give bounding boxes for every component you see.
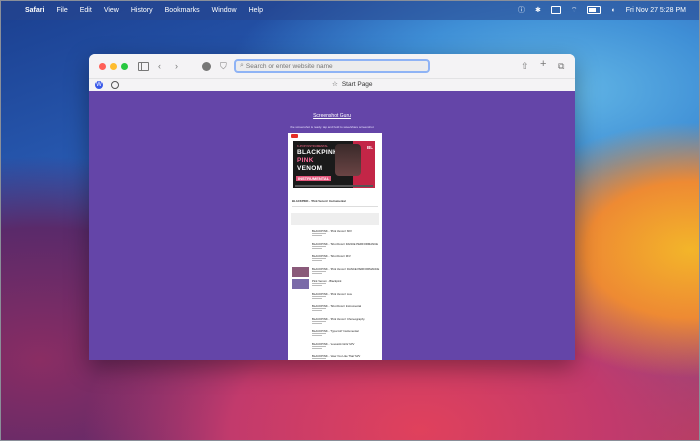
related-video-thumbnail <box>292 254 309 264</box>
site-brand[interactable]: Screenshot Guru <box>89 113 575 119</box>
related-video-thumbnail <box>292 354 309 360</box>
related-video-meta <box>312 233 326 234</box>
related-video-meta <box>312 285 322 286</box>
related-video-thumbnail <box>292 229 309 239</box>
youtube-header <box>288 133 382 139</box>
clock-favorite-icon[interactable] <box>111 81 119 89</box>
related-video-thumbnail <box>292 242 309 252</box>
sidebar-icon[interactable] <box>138 62 149 71</box>
video-thumbnail: K-POP INSTRUMENTAL BLACKPINK PINK VENOM … <box>293 141 375 188</box>
related-video-meta <box>312 297 322 299</box>
related-video-row[interactable]: BLACKPINK - 'Pink Venom' Choreography <box>292 317 380 329</box>
related-video-row[interactable]: BLACKPINK - 'Typa Girl' Instrumental <box>292 329 380 341</box>
related-video-thumbnail <box>292 342 309 352</box>
wifi-icon[interactable]: ⌔ <box>571 6 578 15</box>
start-page-label: Start Page <box>341 80 373 88</box>
safari-window: ‹ › ⛉ ⌕ ⇧ + ⧉ W ☆ Start Page Screenshot … <box>89 54 575 360</box>
menu-history[interactable]: History <box>131 7 153 14</box>
user-icon[interactable]: ◐ <box>611 7 615 14</box>
wordpress-favorite-icon[interactable]: W <box>95 81 103 89</box>
menu-bar: Safari File Edit View History Bookmarks … <box>0 0 700 20</box>
star-icon: ☆ <box>332 81 338 88</box>
forward-icon[interactable]: › <box>175 60 178 72</box>
keyboard-icon[interactable] <box>550 6 561 14</box>
share-icon[interactable]: ⇧ <box>521 60 529 72</box>
thumbnail-line1: BLACKPINK <box>297 149 338 156</box>
related-video-meta <box>312 358 326 359</box>
related-video-thumbnail <box>292 329 309 339</box>
related-video-thumbnail <box>292 292 309 302</box>
info-icon[interactable]: ⓘ <box>518 5 525 15</box>
address-bar[interactable]: ⌕ <box>234 59 430 73</box>
menu-file[interactable]: File <box>56 7 67 14</box>
related-video-meta <box>312 245 326 247</box>
zoom-button[interactable] <box>121 63 128 70</box>
related-video-thumbnail <box>292 304 309 314</box>
related-video-meta <box>312 235 322 236</box>
related-video-thumbnail <box>292 317 309 327</box>
tab-overview-icon[interactable]: ⧉ <box>558 60 564 72</box>
menu-window[interactable]: Window <box>212 7 237 14</box>
thumbnail-side-text: BL <box>367 145 373 150</box>
related-video-meta <box>312 258 326 259</box>
clock[interactable]: Fri Nov 27 5:28 PM <box>626 7 686 14</box>
related-video-meta <box>312 247 322 249</box>
menu-edit[interactable]: Edit <box>80 7 92 14</box>
bluetooth-icon[interactable]: ✱ <box>535 6 541 14</box>
toolbar: ‹ › ⛉ ⌕ ⇧ + ⧉ <box>89 54 575 78</box>
related-video-meta <box>312 295 326 297</box>
related-video-meta <box>312 272 322 274</box>
related-video-row[interactable]: BLACKPINK - 'How You Like That' M/V <box>292 354 380 360</box>
related-video-row[interactable]: BLACKPINK - 'Lovesick Girls' M/V <box>292 342 380 354</box>
related-video-meta <box>312 270 326 272</box>
thumbnail-badge: INSTRUMENTAL <box>296 176 332 181</box>
battery-icon[interactable] <box>587 6 602 14</box>
extension-icon[interactable] <box>202 62 211 71</box>
description-box <box>291 213 379 225</box>
thumbnail-line3: VENOM <box>297 165 323 172</box>
close-button[interactable] <box>99 63 106 70</box>
related-video-meta <box>312 335 322 336</box>
related-video-meta <box>312 345 326 347</box>
related-video-row[interactable]: BLACKPINK - 'Shut Down' DANCE PERFORMANC… <box>292 242 380 254</box>
app-menu[interactable]: Safari <box>25 7 44 14</box>
privacy-shield-icon[interactable]: ⛉ <box>220 60 227 72</box>
thumbnail-tag: K-POP INSTRUMENTAL <box>297 144 328 148</box>
channel-row <box>292 206 378 207</box>
related-video-thumbnail <box>292 266 309 277</box>
menu-view[interactable]: View <box>104 7 119 14</box>
screenshot-caption: the screenshot is ready. tap and hold to… <box>290 125 374 129</box>
thumbnail-photo <box>335 144 361 176</box>
page-content: Screenshot Guru the screenshot is ready.… <box>89 91 575 360</box>
thumbnail-line2: PINK <box>297 157 314 164</box>
related-video-row[interactable]: Pink Venom - Blackpink <box>292 279 380 291</box>
related-video-meta <box>312 333 326 334</box>
related-video-meta <box>312 283 326 284</box>
youtube-logo <box>291 134 298 138</box>
related-video-meta <box>312 308 326 309</box>
menu-bookmarks[interactable]: Bookmarks <box>165 7 200 14</box>
back-icon[interactable]: ‹ <box>158 60 161 72</box>
video-title: BLACKPINK - 'Pink Venom' Instrumental <box>292 199 346 203</box>
address-input[interactable] <box>243 62 416 70</box>
screenshot-preview[interactable]: K-POP INSTRUMENTAL BLACKPINK PINK VENOM … <box>288 133 382 360</box>
minimize-button[interactable] <box>110 63 117 70</box>
related-video-thumbnail <box>292 279 309 289</box>
video-progress <box>295 185 373 187</box>
start-page-tab[interactable]: ☆ Start Page <box>332 80 373 89</box>
related-video-meta <box>312 320 326 322</box>
status-area: ⓘ ✱ ⌔ ◐ Fri Nov 27 5:28 PM <box>518 0 686 20</box>
favorites-bar: W ☆ Start Page <box>89 78 575 91</box>
menu-help[interactable]: Help <box>249 7 263 14</box>
related-video-meta <box>312 322 322 324</box>
related-video-row[interactable]: BLACKPINK - 'Shut Down' Instrumental <box>292 304 380 316</box>
related-video-row[interactable]: BLACKPINK - 'Pink Venom' DANCE PERFORMAN… <box>292 266 380 279</box>
related-video-row[interactable]: BLACKPINK - 'Pink Venom' Live <box>292 292 380 304</box>
related-video-row[interactable]: BLACKPINK - 'Shut Down' M/V <box>292 254 380 266</box>
related-video-meta <box>312 310 322 311</box>
related-video-row[interactable]: BLACKPINK - 'Pink Venom' M/V <box>292 229 380 241</box>
related-video-meta <box>312 260 322 261</box>
related-video-meta <box>312 347 322 349</box>
new-tab-icon[interactable]: + <box>540 58 546 70</box>
